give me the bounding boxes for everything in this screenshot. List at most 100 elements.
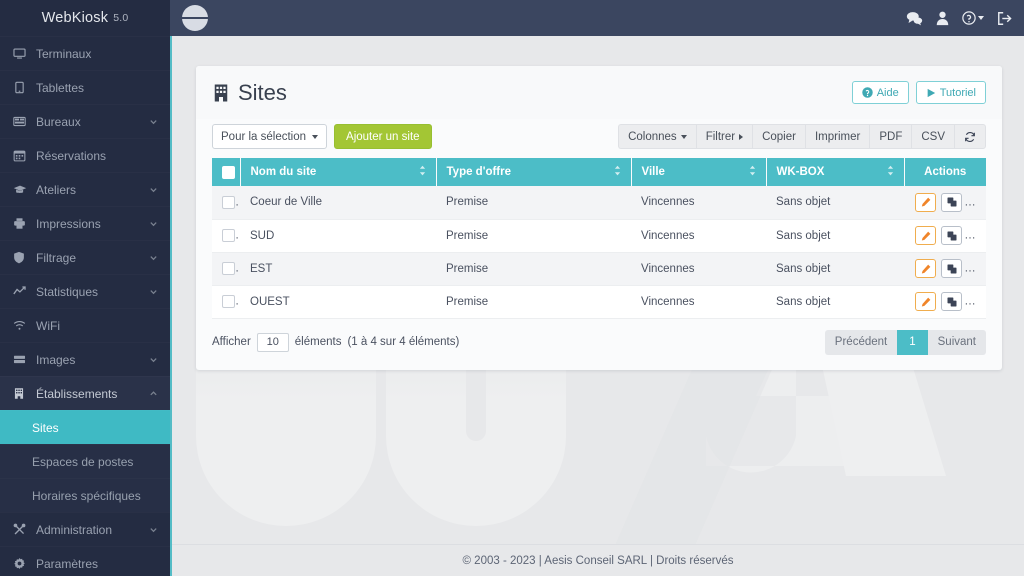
sidebar-item-label: Filtrage — [36, 250, 77, 265]
brand-name: WebKiosk — [41, 10, 109, 26]
filter-button[interactable]: Filtrer — [695, 124, 753, 149]
table-footer: Afficher 10 éléments (1 à 4 sur 4 élémen… — [196, 319, 1002, 370]
sidebar: WebKiosk 5.0 Terminaux Tablettes Bureaux — [0, 0, 170, 576]
duplicate-button[interactable] — [941, 226, 963, 245]
cell-type: Premise — [436, 285, 631, 319]
cell-ville: Vincennes — [631, 285, 766, 319]
pagination: Précédent 1 Suivant — [824, 329, 986, 355]
brand-logo[interactable]: WebKiosk 5.0 — [0, 0, 170, 36]
table-row[interactable]: OUEST Premise Vincennes Sans objet — [212, 285, 986, 319]
pencil-icon — [921, 231, 930, 240]
sidebar-item-label: Ateliers — [36, 182, 77, 197]
content-area: Sites Aide Tutoriel Pour la sélection Aj… — [170, 36, 1024, 576]
monitor-icon — [13, 47, 31, 60]
column-header-wkbox[interactable]: WK-BOX — [766, 158, 905, 186]
cell-nom: SUD — [240, 219, 436, 253]
user-icon[interactable] — [936, 11, 949, 26]
sidebar-item-images[interactable]: Images — [0, 342, 170, 376]
row-select-cell[interactable] — [212, 285, 240, 319]
sidebar-item-tablettes[interactable]: Tablettes — [0, 70, 170, 104]
desk-grid-icon — [13, 115, 31, 128]
duplicate-button[interactable] — [941, 192, 963, 212]
printer-icon — [13, 217, 31, 230]
column-header-type[interactable]: Type d'offre — [436, 158, 632, 186]
help-icon[interactable] — [962, 11, 984, 25]
duplicate-button[interactable] — [941, 292, 963, 311]
sidebar-item-reservations[interactable]: Réservations — [0, 138, 170, 172]
refresh-button[interactable] — [954, 124, 986, 149]
sidebar-item-filtrage[interactable]: Filtrage — [0, 240, 170, 274]
tutorial-button-label: Tutoriel — [939, 86, 976, 99]
column-header-label: WK-BOX — [776, 166, 825, 178]
page-length-input[interactable]: 10 — [256, 332, 289, 352]
page-footer: © 2003 - 2023 | Aesis Conseil SARL | Dro… — [172, 544, 1024, 576]
row-select-cell[interactable] — [212, 219, 240, 253]
cell-nom: EST — [240, 252, 436, 286]
page-title-text: Sites — [238, 79, 287, 105]
duplicate-button[interactable] — [941, 259, 963, 278]
copy-button[interactable]: Copier — [752, 124, 805, 149]
sidebar-item-impressions[interactable]: Impressions — [0, 206, 170, 240]
table-row[interactable]: SUD Premise Vincennes Sans objet — [212, 219, 986, 253]
pencil-icon — [921, 197, 930, 207]
column-header-label: Ville — [641, 166, 665, 178]
page-title: Sites — [212, 80, 287, 106]
pagination-page-1[interactable]: 1 — [897, 329, 928, 355]
sidebar-item-administration[interactable]: Administration — [0, 512, 170, 546]
chart-line-icon — [13, 285, 31, 298]
sidebar-item-sites[interactable]: Sites — [0, 410, 170, 444]
pagination-info: (1 à 4 sur 4 éléments) — [347, 336, 460, 348]
help-button[interactable]: Aide — [851, 81, 909, 104]
select-all-checkbox[interactable] — [222, 165, 235, 179]
show-label: Afficher — [212, 336, 251, 348]
add-site-button[interactable]: Ajouter un site — [334, 124, 432, 149]
pencil-icon — [921, 297, 930, 306]
column-header-ville[interactable]: Ville — [631, 158, 767, 186]
chat-icon[interactable] — [906, 11, 923, 26]
row-select-cell[interactable] — [212, 252, 240, 286]
edit-button[interactable] — [915, 226, 936, 245]
cell-ville: Vincennes — [631, 186, 766, 220]
edit-button[interactable] — [915, 192, 936, 212]
table-row[interactable]: EST Premise Vincennes Sans objet — [212, 252, 986, 286]
pdf-button[interactable]: PDF — [869, 124, 912, 149]
sidebar-subitem-label: Sites — [32, 420, 59, 435]
row-checkbox[interactable] — [222, 262, 235, 275]
columns-button[interactable]: Colonnes — [618, 124, 696, 149]
sidebar-item-horaires-specifiques[interactable]: Horaires spécifiques — [0, 478, 170, 512]
select-all-header[interactable] — [212, 158, 241, 186]
table-wrapper: Nom du site Type d'offre Ville WK-BOX Ac… — [196, 158, 1002, 319]
chevron-down-icon — [978, 16, 984, 20]
sidebar-item-statistiques[interactable]: Statistiques — [0, 274, 170, 308]
column-header-nom[interactable]: Nom du site — [240, 158, 437, 186]
table-toolbar: Pour la sélection Ajouter un site Colonn… — [196, 119, 1002, 158]
sidebar-item-terminaux[interactable]: Terminaux — [0, 36, 170, 70]
tutorial-button[interactable]: Tutoriel — [915, 81, 986, 104]
table-row[interactable]: Coeur de Ville Premise Vincennes Sans ob… — [212, 186, 986, 220]
selection-dropdown[interactable]: Pour la sélection — [212, 124, 328, 149]
table-tools-group: Colonnes Filtrer Copier Imprimer PDF CSV — [618, 124, 986, 149]
print-button[interactable]: Imprimer — [804, 124, 870, 149]
sidebar-item-wifi[interactable]: WiFi — [0, 308, 170, 342]
sidebar-item-bureaux[interactable]: Bureaux — [0, 104, 170, 138]
edit-button[interactable] — [915, 259, 936, 278]
pagination-next[interactable]: Suivant — [927, 329, 986, 355]
sidebar-item-etablissements[interactable]: Établissements — [0, 376, 170, 410]
sidebar-item-espaces-de-postes[interactable]: Espaces de postes — [0, 444, 170, 478]
sidebar-item-parametres[interactable]: Paramètres — [0, 546, 170, 576]
sidebar-item-ateliers[interactable]: Ateliers — [0, 172, 170, 206]
column-header-label: Type d'offre — [446, 166, 512, 178]
csv-button[interactable]: CSV — [911, 124, 954, 149]
sort-icon — [419, 165, 426, 179]
logout-icon[interactable] — [997, 11, 1012, 26]
pagination-previous[interactable]: Précédent — [824, 329, 898, 355]
row-select-cell[interactable] — [212, 186, 240, 220]
edit-button[interactable] — [915, 292, 936, 311]
column-header-actions: Actions — [904, 158, 986, 186]
row-checkbox[interactable] — [222, 195, 235, 209]
row-checkbox[interactable] — [222, 229, 235, 242]
column-header-label: Nom du site — [250, 166, 317, 178]
pdf-button-label: PDF — [879, 130, 903, 143]
hamburger-icon[interactable] — [182, 5, 209, 31]
row-checkbox[interactable] — [222, 295, 235, 308]
